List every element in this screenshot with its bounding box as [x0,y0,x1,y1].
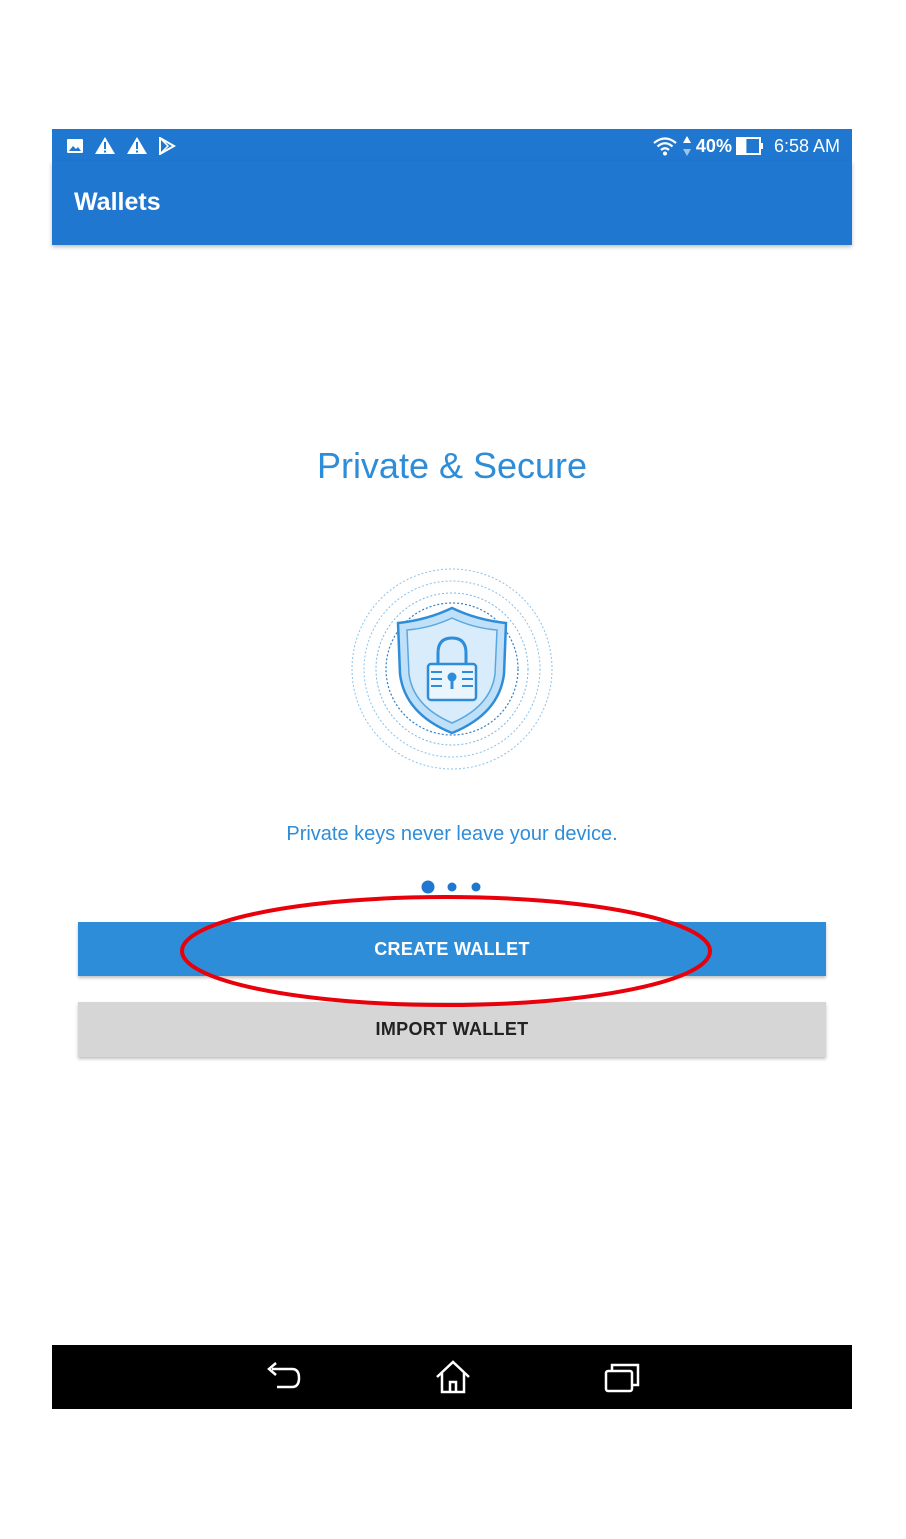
status-time: 6:58 AM [773,135,840,156]
data-arrows-icon [682,136,691,156]
back-button[interactable] [263,1359,303,1395]
image-icon [67,138,83,153]
system-status: 40% 6:58 AM [652,135,840,157]
play-store-icon [159,136,176,155]
page-dot[interactable] [471,882,481,892]
app-bar: Wallets [52,161,852,245]
import-wallet-button[interactable]: IMPORT WALLET [78,1002,826,1057]
status-bar: 40% 6:58 AM [52,129,852,161]
home-icon [436,1360,470,1394]
warning-icon [127,137,147,154]
onboarding-headline: Private & Secure [316,445,588,486]
recents-icon [604,1363,640,1393]
page-dot[interactable] [447,882,457,892]
notification-icons [66,136,176,155]
home-button[interactable] [433,1359,473,1395]
device-screen: 40% 6:58 AM Wallets Private & Secure Pri… [52,129,852,1409]
back-icon [267,1362,301,1389]
page-title: Wallets [74,188,161,216]
navigation-bar [52,1345,852,1409]
warning-icon [95,137,115,154]
onboarding-subtitle: Private keys never leave your device. [286,823,618,845]
recents-button[interactable] [602,1359,642,1395]
page-dot-active[interactable] [421,880,435,894]
shield-lock-icon [351,568,553,770]
create-wallet-button[interactable]: CREATE WALLET [78,922,826,976]
battery-percent: 40% [695,135,732,156]
battery-icon [735,137,763,155]
page-indicator[interactable] [420,879,484,895]
wifi-icon [653,137,677,156]
